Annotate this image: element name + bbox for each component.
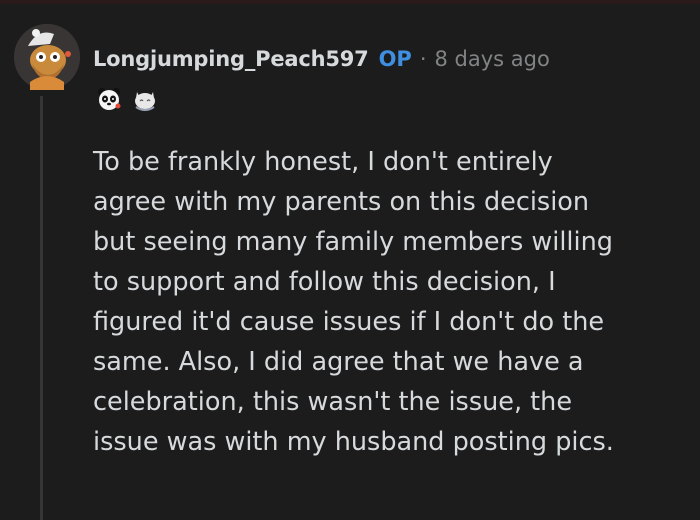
comment-line: celebration, this wasn't the issue, the [93,387,573,417]
comment-line: To be frankly honest, I don't entirely [93,147,553,177]
username-link[interactable]: Longjumping_Peach597 [93,47,369,71]
award-row [96,86,158,112]
comment-line: issue was with my husband posting pics. [93,427,614,457]
comment-line: but seeing many family members willing [93,227,613,257]
comment-line: same. Also, I did agree that we have a [93,347,584,377]
comment-header: Longjumping_Peach597 OP · 8 days ago [93,43,550,75]
panda-award-icon[interactable] [96,86,122,112]
comment-line: agree with my parents on this decision [93,187,590,217]
thread-line[interactable] [40,96,43,520]
timestamp-link[interactable]: 8 days ago [435,47,550,71]
op-badge: OP [378,47,412,71]
separator-dot: · [419,47,427,71]
comment-line: to support and follow this decision, I [93,267,556,297]
snoo-avatar-icon[interactable] [14,24,80,90]
cat-award-icon[interactable] [132,86,158,112]
comment-line: figured it'd cause issues if I don't do … [93,307,605,337]
comment-body: To be frankly honest, I don't entirely a… [93,142,693,462]
top-strip [0,0,700,4]
comment-screenshot: Longjumping_Peach597 OP · 8 days ago To … [0,0,700,520]
